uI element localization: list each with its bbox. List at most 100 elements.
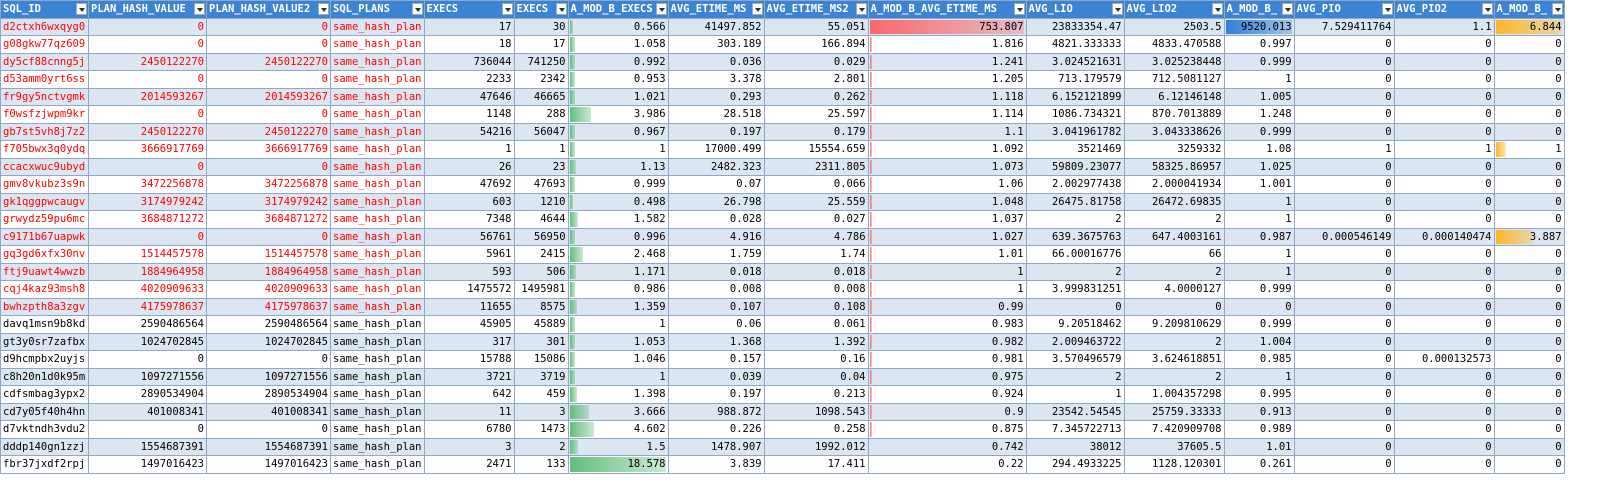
table-cell[interactable]: 0.16 bbox=[763, 350, 869, 369]
table-cell[interactable]: same_hash_plan bbox=[330, 280, 425, 299]
column-header-8[interactable]: AVG_ETIME_MS2 bbox=[763, 0, 869, 19]
table-cell[interactable]: 1024702845 bbox=[206, 332, 331, 351]
table-cell[interactable]: 0.924 bbox=[867, 385, 1027, 404]
table-cell[interactable]: same_hash_plan bbox=[330, 105, 425, 124]
table-cell[interactable]: 9.20518462 bbox=[1025, 315, 1125, 334]
table-cell[interactable]: 1097271556 bbox=[206, 367, 331, 386]
table-cell[interactable]: 0 bbox=[1223, 297, 1295, 316]
table-cell[interactable]: 0 bbox=[1293, 420, 1395, 439]
table-cell[interactable]: 0 bbox=[1293, 35, 1395, 54]
table-cell[interactable]: 0 bbox=[1493, 70, 1565, 89]
table-cell[interactable]: 1.01 bbox=[867, 245, 1027, 264]
table-cell[interactable]: 2 bbox=[1123, 367, 1225, 386]
table-cell[interactable]: 0 bbox=[1493, 122, 1565, 141]
table-cell[interactable]: 0.987 bbox=[1223, 227, 1295, 246]
table-cell[interactable]: 294.4933225 bbox=[1025, 455, 1125, 474]
table-cell[interactable]: 0.913 bbox=[1223, 402, 1295, 421]
table-cell[interactable]: 0.028 bbox=[667, 210, 765, 229]
table-cell[interactable]: 47646 bbox=[423, 87, 515, 106]
table-cell[interactable]: 3666917769 bbox=[88, 140, 207, 159]
table-cell[interactable]: f0wsfzjwpm9kr bbox=[0, 105, 89, 124]
table-cell[interactable]: 3.999831251 bbox=[1025, 280, 1125, 299]
table-cell[interactable]: c9171b67uapwk bbox=[0, 227, 89, 246]
table-cell[interactable]: 1 bbox=[1223, 367, 1295, 386]
table-cell[interactable]: 639.3675763 bbox=[1025, 227, 1125, 246]
table-cell[interactable]: 1 bbox=[567, 140, 669, 159]
filter-dropdown-icon[interactable] bbox=[1551, 3, 1563, 15]
table-cell[interactable]: 0.22 bbox=[867, 455, 1027, 474]
table-cell[interactable]: 1554687391 bbox=[88, 437, 207, 456]
table-cell[interactable]: 0.061 bbox=[763, 315, 869, 334]
table-cell[interactable]: 741250 bbox=[513, 52, 569, 71]
table-cell[interactable]: 2233 bbox=[423, 70, 515, 89]
table-cell[interactable]: 7.420909708 bbox=[1123, 420, 1225, 439]
table-cell[interactable]: 2 bbox=[1025, 210, 1125, 229]
table-cell[interactable]: 2 bbox=[1123, 332, 1225, 351]
table-cell[interactable]: dddp140gn1zzj bbox=[0, 437, 89, 456]
table-cell[interactable]: 3.666 bbox=[567, 402, 669, 421]
table-cell[interactable]: same_hash_plan bbox=[330, 52, 425, 71]
table-cell[interactable]: 0 bbox=[1393, 210, 1495, 229]
table-cell[interactable]: 26 bbox=[423, 157, 515, 176]
table-cell[interactable]: 1 bbox=[1493, 140, 1565, 159]
table-cell[interactable]: same_hash_plan bbox=[330, 17, 425, 36]
table-cell[interactable]: 1.759 bbox=[667, 245, 765, 264]
table-cell[interactable]: 4.916 bbox=[667, 227, 765, 246]
table-cell[interactable]: 1 bbox=[1223, 262, 1295, 281]
table-cell[interactable]: 1478.907 bbox=[667, 437, 765, 456]
column-header-0[interactable]: SQL_ID bbox=[0, 0, 89, 19]
table-cell[interactable]: 0.293 bbox=[667, 87, 765, 106]
table-cell[interactable]: 3.378 bbox=[667, 70, 765, 89]
table-cell[interactable]: 2311.805 bbox=[763, 157, 869, 176]
table-cell[interactable]: 0.258 bbox=[763, 420, 869, 439]
table-cell[interactable]: 4.786 bbox=[763, 227, 869, 246]
table-cell[interactable]: 0.999 bbox=[1223, 52, 1295, 71]
table-cell[interactable]: 1128.120301 bbox=[1123, 455, 1225, 474]
table-cell[interactable]: 4.0000127 bbox=[1123, 280, 1225, 299]
table-cell[interactable]: 0 bbox=[1493, 297, 1565, 316]
table-cell[interactable]: 1 bbox=[1223, 210, 1295, 229]
table-cell[interactable]: 2.000041934 bbox=[1123, 175, 1225, 194]
table-cell[interactable]: 45889 bbox=[513, 315, 569, 334]
table-cell[interactable]: 2.002977438 bbox=[1025, 175, 1125, 194]
table-cell[interactable]: 1.01 bbox=[1223, 437, 1295, 456]
table-cell[interactable]: 1.74 bbox=[763, 245, 869, 264]
table-cell[interactable]: 1.001 bbox=[1223, 175, 1295, 194]
table-cell[interactable]: d53amm0yrt6ss bbox=[0, 70, 89, 89]
column-header-14[interactable]: AVG_PIO2 bbox=[1393, 0, 1495, 19]
table-cell[interactable]: 1.5 bbox=[567, 437, 669, 456]
column-header-13[interactable]: AVG_PIO bbox=[1293, 0, 1395, 19]
table-cell[interactable]: 4020909633 bbox=[88, 280, 207, 299]
table-cell[interactable]: 0.982 bbox=[867, 332, 1027, 351]
filter-dropdown-icon[interactable] bbox=[855, 3, 867, 15]
table-cell[interactable]: 593 bbox=[423, 262, 515, 281]
table-cell[interactable]: 0 bbox=[1493, 385, 1565, 404]
table-cell[interactable]: 4833.470588 bbox=[1123, 35, 1225, 54]
table-cell[interactable]: 0 bbox=[1293, 280, 1395, 299]
table-cell[interactable]: 26472.69835 bbox=[1123, 192, 1225, 211]
table-cell[interactable]: cqj4kaz93msh8 bbox=[0, 280, 89, 299]
table-cell[interactable]: 0 bbox=[1393, 87, 1495, 106]
table-cell[interactable]: 0.027 bbox=[763, 210, 869, 229]
table-cell[interactable]: 3.043338626 bbox=[1123, 122, 1225, 141]
table-cell[interactable]: 1.171 bbox=[567, 262, 669, 281]
table-cell[interactable]: 0.018 bbox=[763, 262, 869, 281]
table-cell[interactable]: 55.051 bbox=[763, 17, 869, 36]
table-cell[interactable]: 2450122270 bbox=[206, 122, 331, 141]
table-cell[interactable]: 0 bbox=[1293, 455, 1395, 474]
table-cell[interactable]: 0.983 bbox=[867, 315, 1027, 334]
table-cell[interactable]: 0 bbox=[1493, 350, 1565, 369]
table-cell[interactable]: 0 bbox=[88, 105, 207, 124]
table-cell[interactable]: 17000.499 bbox=[667, 140, 765, 159]
table-cell[interactable]: 46665 bbox=[513, 87, 569, 106]
table-cell[interactable]: cd7y05f40h4hn bbox=[0, 402, 89, 421]
table-cell[interactable]: 0 bbox=[1293, 87, 1395, 106]
table-cell[interactable]: 18 bbox=[423, 35, 515, 54]
column-header-3[interactable]: SQL_PLANS bbox=[330, 0, 425, 19]
table-cell[interactable]: 1.359 bbox=[567, 297, 669, 316]
table-cell[interactable]: 23 bbox=[513, 157, 569, 176]
table-cell[interactable]: 8575 bbox=[513, 297, 569, 316]
filter-dropdown-icon[interactable] bbox=[555, 3, 567, 15]
table-cell[interactable]: 0.953 bbox=[567, 70, 669, 89]
table-cell[interactable]: 30 bbox=[513, 17, 569, 36]
